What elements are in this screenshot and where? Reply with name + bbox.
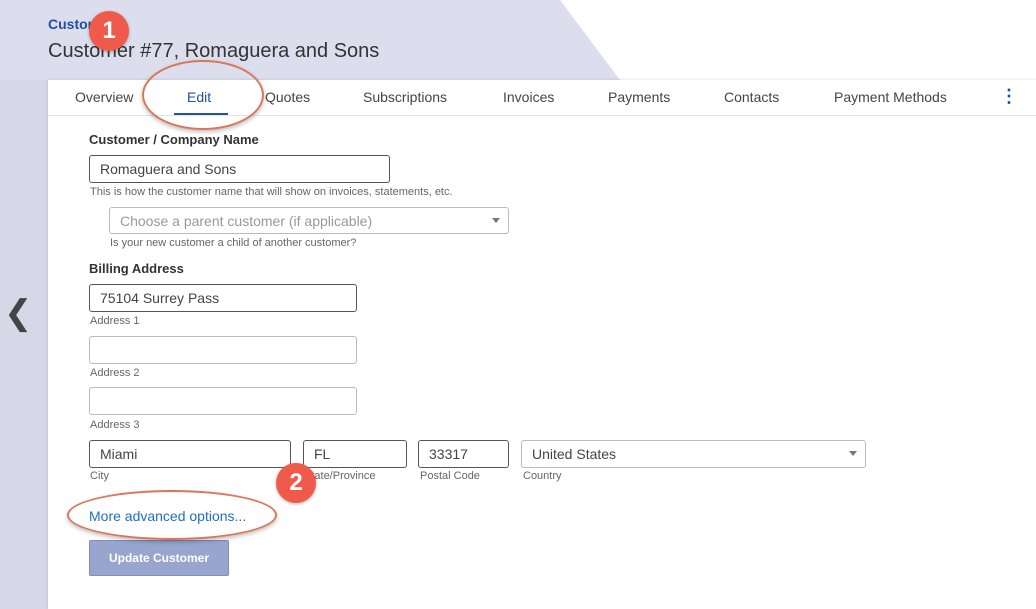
tab-payment-methods[interactable]: Payment Methods [834, 89, 947, 105]
billing-address-label: Billing Address [89, 261, 184, 276]
address1-label: Address 1 [90, 315, 140, 327]
state-input[interactable]: FL [303, 440, 407, 468]
city-label: City [90, 470, 109, 482]
country-select[interactable]: United States [521, 440, 866, 468]
address2-input[interactable] [89, 336, 357, 364]
tab-subscriptions[interactable]: Subscriptions [363, 89, 447, 105]
chevron-left-icon[interactable]: ❮ [4, 296, 33, 330]
address2-label: Address 2 [90, 367, 140, 379]
address3-label: Address 3 [90, 419, 140, 431]
chevron-down-icon [849, 451, 857, 456]
annotation-badge-2: 2 [276, 463, 316, 503]
country-value: United States [532, 446, 617, 462]
address1-input[interactable]: 75104 Surrey Pass [89, 284, 357, 312]
company-name-input[interactable]: Romaguera and Sons [89, 155, 390, 183]
postal-code-label: Postal Code [420, 470, 480, 482]
tab-quotes[interactable]: Quotes [265, 89, 310, 105]
company-name-label: Customer / Company Name [89, 132, 259, 147]
country-label: Country [523, 470, 562, 482]
chevron-down-icon [492, 218, 500, 223]
more-vertical-icon[interactable]: ⋮ [1000, 86, 1018, 107]
parent-customer-select[interactable]: Choose a parent customer (if applicable) [109, 207, 509, 234]
tab-invoices[interactable]: Invoices [503, 89, 554, 105]
update-customer-button[interactable]: Update Customer [89, 540, 229, 576]
highlight-advanced-options [67, 490, 277, 540]
tab-overview[interactable]: Overview [75, 89, 133, 105]
tab-payments[interactable]: Payments [608, 89, 670, 105]
city-input[interactable]: Miami [89, 440, 291, 468]
postal-code-input[interactable]: 33317 [418, 440, 509, 468]
tab-contacts[interactable]: Contacts [724, 89, 779, 105]
parent-customer-placeholder: Choose a parent customer (if applicable) [120, 213, 373, 229]
address3-input[interactable] [89, 387, 357, 415]
company-name-help: This is how the customer name that will … [90, 186, 453, 198]
parent-customer-help: Is your new customer a child of another … [110, 237, 357, 249]
highlight-edit-tab [142, 60, 264, 130]
annotation-badge-1: 1 [89, 11, 129, 51]
